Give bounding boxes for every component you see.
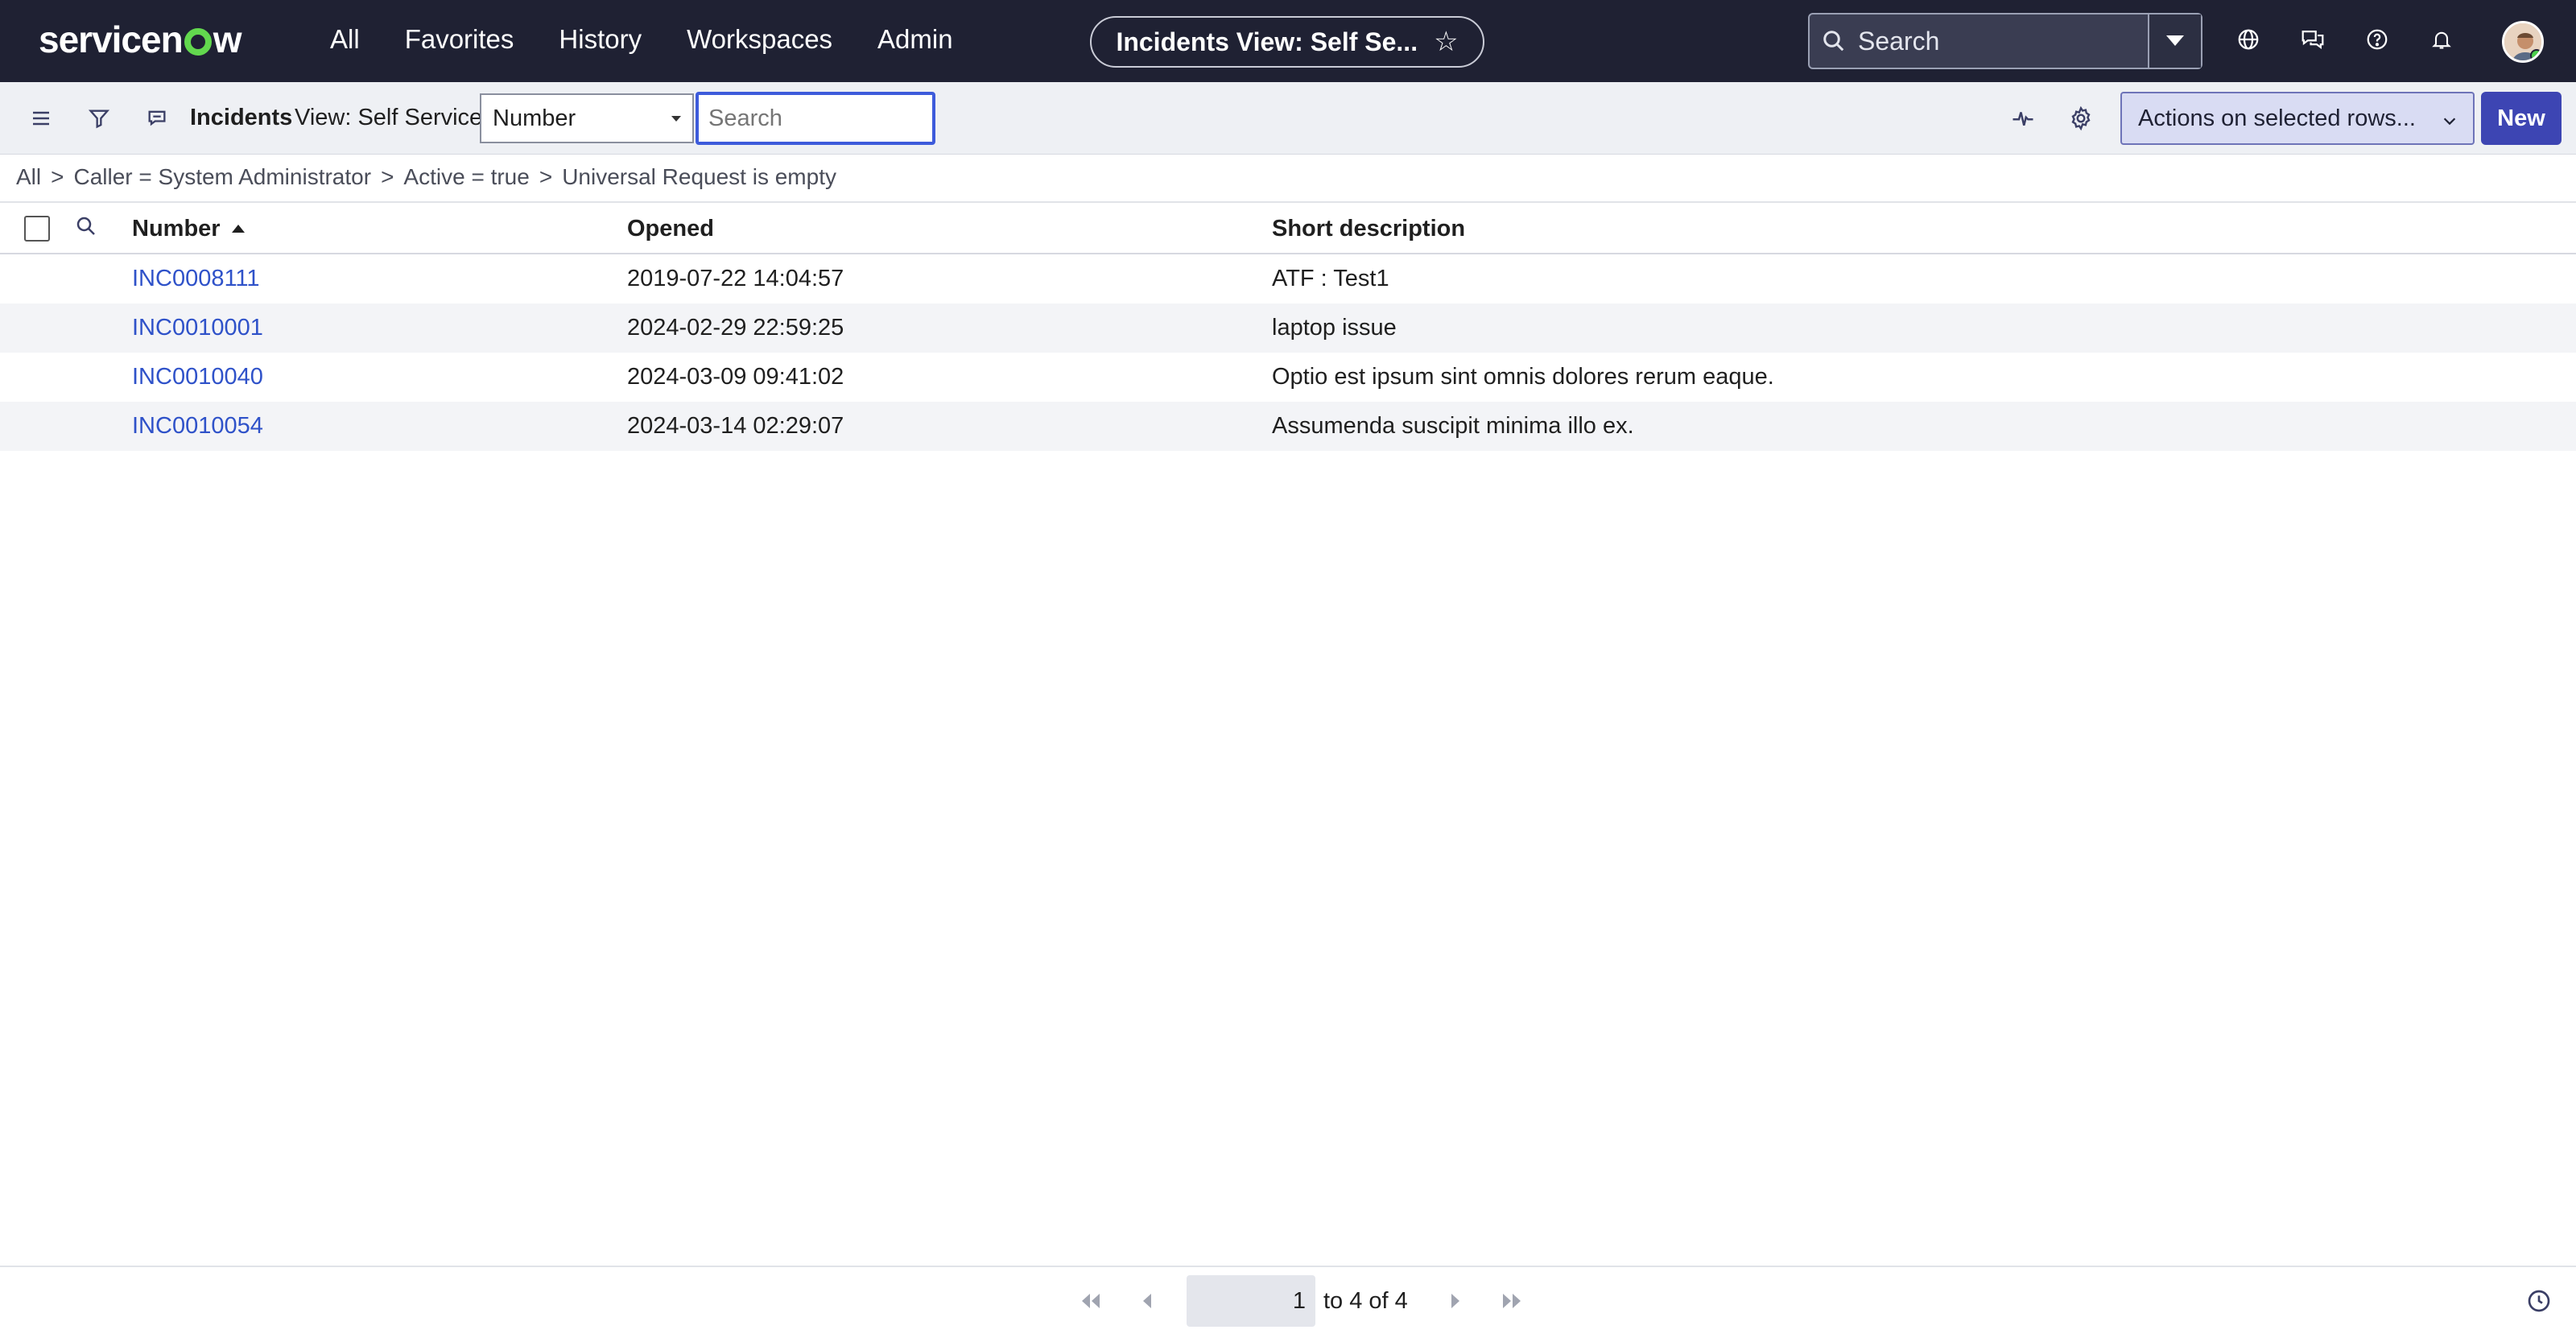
first-page-icon[interactable]: [1063, 1275, 1119, 1327]
search-field-select-value: Number: [493, 105, 576, 131]
global-search[interactable]: Search: [1808, 13, 2202, 69]
page-range-text: to 4 of 4: [1323, 1287, 1408, 1314]
table-row: INC0010054 2024-03-14 02:29:07 Assumenda…: [0, 402, 2576, 451]
response-time-clock-icon[interactable]: [2526, 1288, 2552, 1318]
favorite-star-icon[interactable]: ☆: [1434, 26, 1458, 58]
activity-pulse-icon[interactable]: [2006, 101, 2040, 135]
search-scope-dropdown[interactable]: [2148, 14, 2201, 68]
short-description-cell: Optio est ipsum sint omnis dolores rerum…: [1272, 364, 1774, 390]
top-navigation: servicen w All Favorites History Workspac…: [0, 0, 2576, 82]
next-page-icon[interactable]: [1427, 1275, 1484, 1327]
breadcrumb-separator: >: [51, 164, 64, 189]
last-page-icon[interactable]: [1484, 1275, 1540, 1327]
table-row: INC0010001 2024-02-29 22:59:25 laptop is…: [0, 304, 2576, 353]
table-row: INC0010040 2024-03-09 09:41:02 Optio est…: [0, 353, 2576, 402]
short-description-cell: laptop issue: [1272, 315, 1397, 341]
select-all-checkbox[interactable]: [24, 216, 50, 242]
column-header-number-label: Number: [132, 216, 221, 242]
context-title-pill[interactable]: Incidents View: Self Se... ☆: [1090, 16, 1484, 68]
logo-o-mark: [184, 28, 212, 56]
list-search-input[interactable]: [696, 92, 935, 145]
context-title: Incidents View: Self Se...: [1116, 27, 1418, 56]
chat-icon[interactable]: [2294, 21, 2331, 58]
search-icon: [1810, 29, 1858, 53]
hamburger-menu-icon[interactable]: [24, 101, 58, 135]
actions-on-selected-rows-select[interactable]: Actions on selected rows...: [2120, 92, 2475, 145]
opened-cell: 2024-03-14 02:29:07: [627, 413, 844, 439]
sort-ascending-icon: [231, 225, 245, 233]
actions-select-value: Actions on selected rows...: [2138, 105, 2416, 131]
user-avatar[interactable]: [2502, 21, 2544, 63]
notification-bell-icon[interactable]: [2423, 21, 2460, 58]
menu-all[interactable]: All: [330, 24, 360, 55]
new-button[interactable]: New: [2481, 92, 2562, 145]
breadcrumb-universal-request[interactable]: Universal Request is empty: [562, 164, 836, 190]
column-header-short-description[interactable]: Short description: [1272, 216, 1465, 242]
breadcrumb-active[interactable]: Active = true: [403, 164, 529, 190]
breadcrumb-separator: >: [381, 164, 394, 189]
help-icon[interactable]: [2359, 21, 2396, 58]
incident-number-link[interactable]: INC0008111: [132, 266, 260, 292]
list-toolbar: Incidents View: Self Service Number Acti…: [0, 82, 2576, 155]
opened-cell: 2024-03-09 09:41:02: [627, 364, 844, 390]
servicenow-logo[interactable]: servicen w: [39, 18, 242, 61]
breadcrumb-separator: >: [539, 164, 553, 189]
page-number-input[interactable]: 1: [1187, 1275, 1315, 1327]
short-description-cell: ATF : Test1: [1272, 266, 1389, 291]
top-icons: [2230, 21, 2460, 58]
column-header-opened[interactable]: Opened: [627, 216, 714, 242]
incident-number-link[interactable]: INC0010054: [132, 413, 263, 440]
incident-number-link[interactable]: INC0010001: [132, 315, 263, 341]
online-status-dot: [2530, 49, 2541, 60]
global-search-placeholder[interactable]: Search: [1858, 27, 2148, 56]
filter-icon[interactable]: [82, 101, 116, 135]
column-search-icon[interactable]: [74, 214, 98, 242]
search-field-select[interactable]: Number: [480, 93, 694, 143]
previous-page-icon[interactable]: [1119, 1275, 1175, 1327]
globe-icon[interactable]: [2230, 21, 2267, 58]
column-header-number[interactable]: Number: [132, 216, 245, 242]
incident-number-link[interactable]: INC0010040: [132, 364, 263, 390]
menu-admin[interactable]: Admin: [877, 24, 953, 55]
chevron-down-icon: [2441, 109, 2458, 136]
list-view-label: View: Self Service: [295, 105, 483, 130]
short-description-cell: Assumenda suscipit minima illo ex.: [1272, 413, 1634, 439]
list-title[interactable]: Incidents: [190, 105, 292, 131]
footer-divider: [0, 1266, 2576, 1267]
opened-cell: 2019-07-22 14:04:57: [627, 266, 844, 291]
breadcrumb-caller[interactable]: Caller = System Administrator: [73, 164, 371, 190]
breadcrumb-all[interactable]: All: [16, 164, 41, 190]
opened-cell: 2024-02-29 22:59:25: [627, 315, 844, 341]
menu-favorites[interactable]: Favorites: [405, 24, 514, 55]
menu-history[interactable]: History: [559, 24, 642, 55]
select-caret-icon: [671, 116, 681, 122]
breadcrumb: All > Caller = System Administrator > Ac…: [16, 164, 836, 190]
menu-workspaces[interactable]: Workspaces: [687, 24, 832, 55]
pagination: 1 to 4 of 4: [1063, 1275, 1540, 1327]
list-context-menu-icon[interactable]: [140, 101, 174, 135]
table-row: INC0008111 2019-07-22 14:04:57 ATF : Tes…: [0, 254, 2576, 304]
main-menu: All Favorites History Workspaces Admin: [330, 24, 953, 55]
list-settings-gear-icon[interactable]: [2064, 101, 2098, 135]
table-header: Number Opened Short description: [0, 203, 2576, 254]
